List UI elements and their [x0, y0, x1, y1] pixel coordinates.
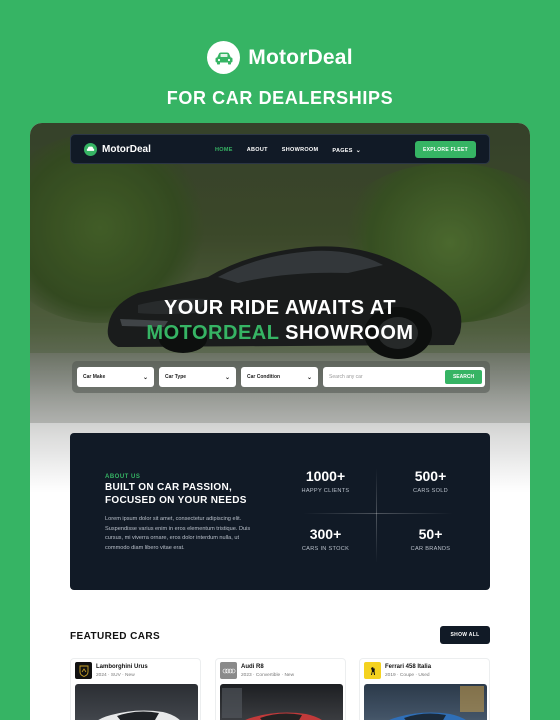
- chevron-down-icon: ⌄: [142, 374, 148, 381]
- hero-title-line2: MOTORDEAL SHOWROOM: [30, 321, 530, 346]
- nav-logo-text: MotorDeal: [102, 143, 151, 155]
- divider: [303, 513, 453, 514]
- brand-header: MotorDeal: [0, 41, 560, 74]
- car-card-ferrari[interactable]: Ferrari 458 Italia 2019 · Coupe · Used: [359, 658, 490, 720]
- hero-title-accent: MOTORDEAL: [146, 322, 280, 344]
- show-all-button[interactable]: SHOW ALL: [440, 626, 490, 644]
- hero-title-line1: YOUR RIDE AWAITS AT: [163, 297, 397, 319]
- chevron-down-icon: ⌄: [224, 374, 230, 381]
- lamborghini-logo-icon: [75, 662, 92, 679]
- car-condition-select[interactable]: Car Condition ⌄: [241, 367, 318, 387]
- search-input[interactable]: [329, 374, 445, 380]
- nav-links: HOME ABOUT SHOWROOM PAGES ⌄: [215, 135, 375, 165]
- nav-logo[interactable]: MotorDeal: [84, 142, 151, 156]
- about-body: Lorem ipsum dolor sit amet, consectetur …: [105, 516, 251, 551]
- nav-link-pages-label: PAGES: [332, 147, 353, 154]
- hero-title-rest: SHOWROOM: [279, 322, 414, 344]
- about-tag: ABOUT US: [105, 474, 141, 480]
- car-photo: [220, 684, 343, 720]
- car-card-audi[interactable]: Audi R8 2023 · Convertible · New: [215, 658, 346, 720]
- stat-cars-sold: 500+ CARS SOLD: [412, 468, 449, 494]
- brand-name: MotorDeal: [248, 45, 353, 69]
- ferrari-logo-icon: [364, 662, 381, 679]
- nav-link-home[interactable]: HOME: [215, 147, 233, 153]
- car-icon: [84, 142, 97, 156]
- stat-car-brands: 50+ CAR BRANDS: [410, 526, 451, 552]
- car-card-lamborghini[interactable]: Lamborghini Urus 2024 · SUV · New: [70, 658, 201, 720]
- search-button[interactable]: SEARCH: [445, 370, 482, 384]
- featured-cars-title: FEATURED CARS: [70, 631, 161, 642]
- search-field: SEARCH: [323, 367, 485, 387]
- nav-link-showroom[interactable]: SHOWROOM: [282, 147, 319, 153]
- car-icon: [207, 41, 241, 74]
- about-section: ABOUT US BUILT ON CAR PASSION, FOCUSED O…: [70, 433, 490, 590]
- car-make-select[interactable]: Car Make ⌄: [77, 367, 154, 387]
- chevron-down-icon: ⌄: [306, 374, 312, 381]
- top-navbar: MotorDeal HOME ABOUT SHOWROOM PAGES ⌄ EXP…: [70, 134, 490, 164]
- car-photo: [364, 684, 487, 720]
- nav-link-about[interactable]: ABOUT: [247, 147, 268, 153]
- car-search-bar: Car Make ⌄ Car Type ⌄ Car Condition ⌄ SEARC…: [72, 361, 490, 393]
- about-heading: BUILT ON CAR PASSION, FOCUSED ON YOUR NE…: [105, 482, 247, 506]
- stat-happy-clients: 1000+ HAPPY CLIENTS: [301, 468, 350, 494]
- car-type-select[interactable]: Car Type ⌄: [159, 367, 236, 387]
- chevron-down-icon: ⌄: [355, 147, 362, 154]
- hero-title: YOUR RIDE AWAITS AT MOTORDEAL SHOWROOM: [30, 296, 530, 346]
- nav-link-pages[interactable]: PAGES ⌄: [332, 147, 361, 154]
- audi-logo-icon: [220, 662, 237, 679]
- stat-cars-in-stock: 300+ CARS IN STOCK: [301, 526, 350, 552]
- website-preview: MotorDeal HOME ABOUT SHOWROOM PAGES ⌄ EXP…: [30, 123, 530, 720]
- brand-tagline: FOR CAR DEALERSHIPS: [166, 88, 394, 108]
- car-photo: [75, 684, 198, 720]
- divider: [376, 468, 377, 563]
- stats-grid: 1000+ HAPPY CLIENTS 500+ CARS SOLD 300+ …: [278, 453, 478, 578]
- explore-fleet-button[interactable]: EXPLORE FLEET: [415, 141, 476, 158]
